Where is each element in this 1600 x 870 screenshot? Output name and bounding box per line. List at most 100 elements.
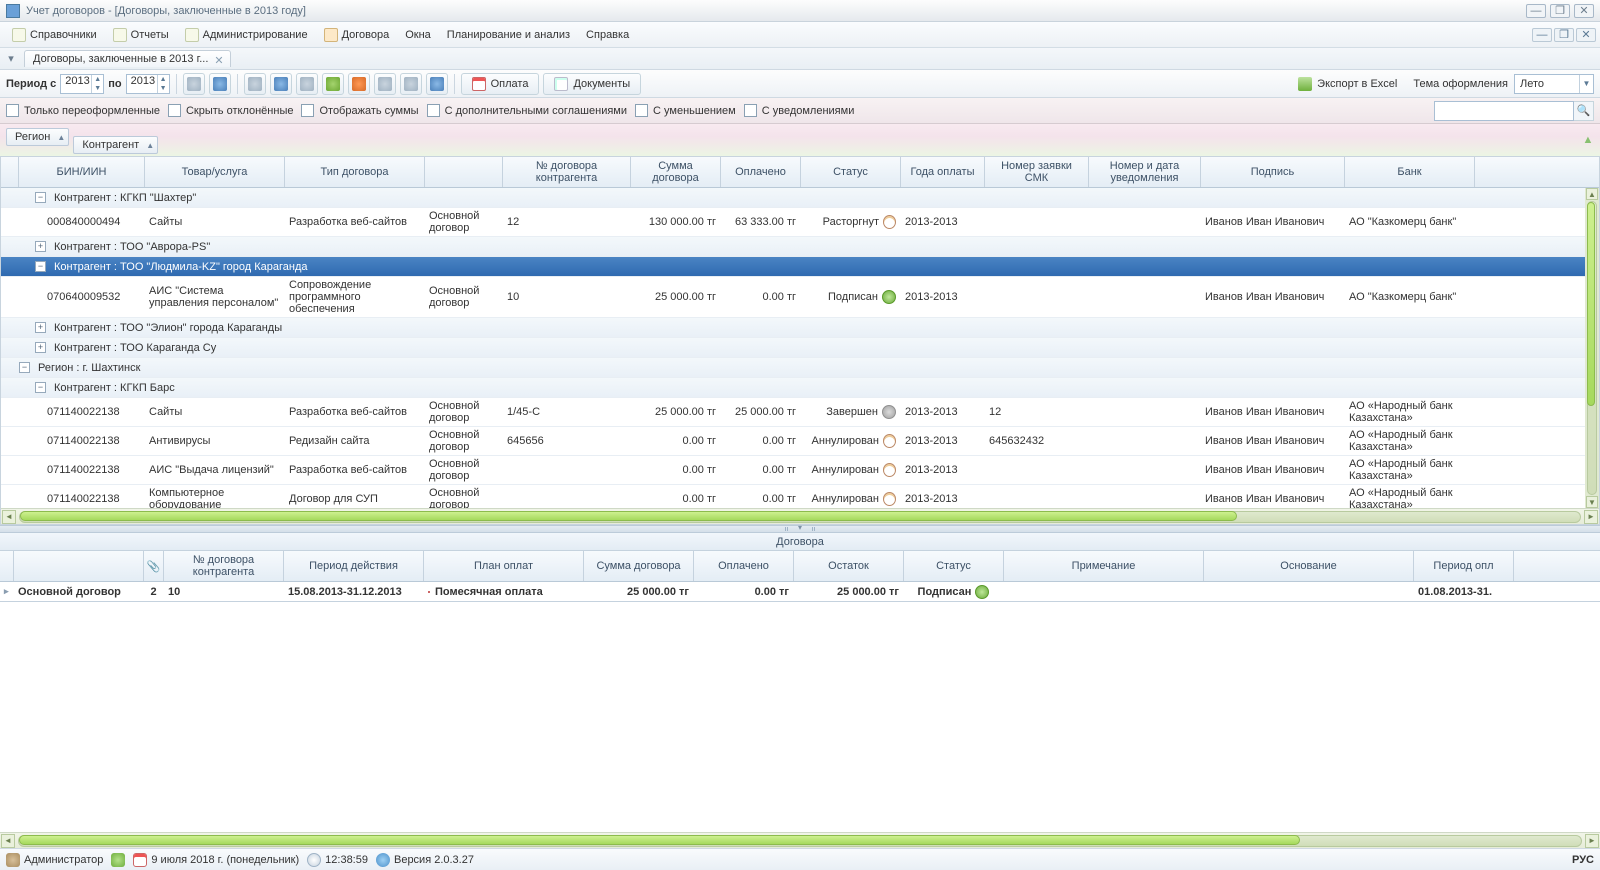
dcol-sum[interactable]: Сумма договора bbox=[584, 551, 694, 581]
dcol-paid[interactable]: Оплачено bbox=[694, 551, 794, 581]
detail-hscroll[interactable]: ◄ ► bbox=[0, 832, 1600, 848]
group-pill-region[interactable]: Регион▲ bbox=[6, 128, 69, 146]
tool-btn-1[interactable] bbox=[183, 73, 205, 95]
maximize-button[interactable]: ❐ bbox=[1550, 4, 1570, 18]
tool-btn-7[interactable] bbox=[348, 73, 370, 95]
tool-btn-8[interactable] bbox=[374, 73, 396, 95]
toolbar: Период с 2013▲▼ по 2013▲▼ Оплата Докумен… bbox=[0, 70, 1600, 98]
detail-title: Договора bbox=[0, 533, 1600, 551]
period-from-label: Период с bbox=[6, 78, 56, 90]
filter-with-notifications[interactable]: С уведомлениями bbox=[744, 104, 855, 117]
menu-contracts[interactable]: Договора bbox=[316, 26, 398, 44]
menu-admin[interactable]: Администрирование bbox=[177, 26, 316, 44]
col-good[interactable]: Товар/услуга bbox=[145, 157, 285, 187]
filter-with-decrease[interactable]: С уменьшением bbox=[635, 104, 736, 117]
status-version: Версия 2.0.3.27 bbox=[376, 853, 474, 867]
minimize-button[interactable]: — bbox=[1526, 4, 1546, 18]
table-row[interactable]: 000840000494СайтыРазработка веб-сайтовОс… bbox=[1, 208, 1599, 237]
status-date: 9 июля 2018 г. (понедельник) bbox=[133, 853, 299, 867]
tool-btn-6[interactable] bbox=[322, 73, 344, 95]
col-status[interactable]: Статус bbox=[801, 157, 901, 187]
col-notif[interactable]: Номер и дата уведомления bbox=[1089, 157, 1201, 187]
mdi-minimize-button[interactable]: — bbox=[1532, 28, 1552, 42]
tool-btn-2[interactable] bbox=[209, 73, 231, 95]
tool-btn-9[interactable] bbox=[400, 73, 422, 95]
col-bin[interactable]: БИН/ИИН bbox=[19, 157, 145, 187]
documents-button[interactable]: Документы bbox=[543, 73, 641, 95]
tool-btn-5[interactable] bbox=[296, 73, 318, 95]
dcol-num[interactable]: № договора контрагента bbox=[164, 551, 284, 581]
status-bar: Администратор 9 июля 2018 г. (понедельни… bbox=[0, 848, 1600, 870]
search-button[interactable]: 🔍 bbox=[1574, 101, 1594, 121]
grid-vscroll[interactable]: ▲▼ bbox=[1585, 188, 1599, 508]
detail-row[interactable]: ▸ Основной договор 2 10 15.08.2013-31.12… bbox=[0, 582, 1600, 602]
group-row[interactable]: −Регион : г. Шахтинск bbox=[1, 358, 1599, 378]
theme-label: Тема оформления bbox=[1413, 78, 1508, 90]
menu-reports[interactable]: Отчеты bbox=[105, 26, 177, 44]
dcol-attach[interactable]: 📎 bbox=[144, 551, 164, 581]
menu-windows[interactable]: Окна bbox=[397, 27, 439, 43]
dcol-type[interactable] bbox=[14, 551, 144, 581]
menu-help[interactable]: Справка bbox=[578, 27, 637, 43]
splitter[interactable] bbox=[0, 525, 1600, 533]
table-row[interactable]: 070640009532АИС "Система управления перс… bbox=[1, 277, 1599, 318]
col-type[interactable]: Тип договора bbox=[285, 157, 425, 187]
document-icon bbox=[554, 77, 568, 91]
payment-button[interactable]: Оплата bbox=[461, 73, 540, 95]
tool-btn-4[interactable] bbox=[270, 73, 292, 95]
col-years[interactable]: Года оплаты bbox=[901, 157, 985, 187]
tool-btn-10[interactable] bbox=[426, 73, 448, 95]
close-button[interactable]: ✕ bbox=[1574, 4, 1594, 18]
grid-hscroll[interactable]: ◄ ► bbox=[1, 508, 1599, 524]
group-row[interactable]: +Контрагент : ТОО "Аврора-PS" bbox=[1, 237, 1599, 257]
export-excel-button[interactable]: Экспорт в Excel bbox=[1288, 73, 1407, 95]
detail-panel: Договора 📎 № договора контрагента Период… bbox=[0, 533, 1600, 848]
dcol-status[interactable]: Статус bbox=[904, 551, 1004, 581]
col-bank[interactable]: Банк bbox=[1345, 157, 1475, 187]
col-dtype[interactable] bbox=[425, 157, 503, 187]
table-row[interactable]: 071140022138СайтыРазработка веб-сайтовОс… bbox=[1, 398, 1599, 427]
mdi-restore-button[interactable]: ❐ bbox=[1554, 28, 1574, 42]
tab-close-icon[interactable]: ✕ bbox=[214, 54, 226, 66]
group-row[interactable]: +Контрагент : ТОО "Элион" города Караган… bbox=[1, 318, 1599, 338]
dcol-rest[interactable]: Остаток bbox=[794, 551, 904, 581]
col-num[interactable]: № договора контрагента bbox=[503, 157, 631, 187]
menu-references[interactable]: Справочники bbox=[4, 26, 105, 44]
period-to-input[interactable]: 2013▲▼ bbox=[126, 74, 170, 94]
menu-planning[interactable]: Планирование и анализ bbox=[439, 27, 578, 43]
theme-combo[interactable]: Лето▼ bbox=[1514, 74, 1594, 94]
filter-hide-rejected[interactable]: Скрыть отклонённые bbox=[168, 104, 293, 117]
dcol-period[interactable]: Период действия bbox=[284, 551, 424, 581]
dcol-plan[interactable]: План оплат bbox=[424, 551, 584, 581]
group-panel[interactable]: Регион▲ Контрагент▲ ▲ bbox=[0, 124, 1600, 156]
col-sign[interactable]: Подпись bbox=[1201, 157, 1345, 187]
mdi-close-button[interactable]: ✕ bbox=[1576, 28, 1596, 42]
table-row[interactable]: 071140022138АИС "Выдача лицензий"Разрабо… bbox=[1, 456, 1599, 485]
col-paid[interactable]: Оплачено bbox=[721, 157, 801, 187]
group-row[interactable]: +Контрагент : ТОО Караганда Су bbox=[1, 338, 1599, 358]
grid-body[interactable]: ▲▼ −Контрагент : КГКП "Шахтер"0008400004… bbox=[1, 188, 1599, 508]
col-sum[interactable]: Сумма договора bbox=[631, 157, 721, 187]
table-row[interactable]: 071140022138АнтивирусыРедизайн сайтаОсно… bbox=[1, 427, 1599, 456]
search-input[interactable] bbox=[1434, 101, 1574, 121]
dcol-pperiod[interactable]: Период опл bbox=[1414, 551, 1514, 581]
filter-show-sums[interactable]: Отображать суммы bbox=[301, 104, 418, 117]
group-row[interactable]: −Контрагент : ТОО "Людмила-KZ" город Кар… bbox=[1, 257, 1599, 277]
status-refresh[interactable] bbox=[111, 853, 125, 867]
menu-bar: Справочники Отчеты Администрирование Дог… bbox=[0, 22, 1600, 48]
tab-contracts-2013[interactable]: Договоры, заключенные в 2013 г... ✕ bbox=[24, 50, 231, 67]
filter-reissued[interactable]: Только переоформленные bbox=[6, 104, 160, 117]
group-row[interactable]: −Контрагент : КГКП Барс bbox=[1, 378, 1599, 398]
filter-with-additional[interactable]: С дополнительными соглашениями bbox=[427, 104, 627, 117]
dcol-basis[interactable]: Основание bbox=[1204, 551, 1414, 581]
tool-btn-3[interactable] bbox=[244, 73, 266, 95]
tab-list-button[interactable]: ▾ bbox=[4, 52, 18, 66]
group-row[interactable]: −Контрагент : КГКП "Шахтер" bbox=[1, 188, 1599, 208]
col-smk[interactable]: Номер заявки СМК bbox=[985, 157, 1089, 187]
status-ok-icon bbox=[975, 585, 989, 599]
dcol-note[interactable]: Примечание bbox=[1004, 551, 1204, 581]
table-row[interactable]: 071140022138Компьютерное оборудованиеДог… bbox=[1, 485, 1599, 508]
scroll-up-icon[interactable]: ▲ bbox=[1582, 124, 1594, 156]
group-pill-counterparty[interactable]: Контрагент▲ bbox=[73, 136, 158, 154]
period-from-input[interactable]: 2013▲▼ bbox=[60, 74, 104, 94]
